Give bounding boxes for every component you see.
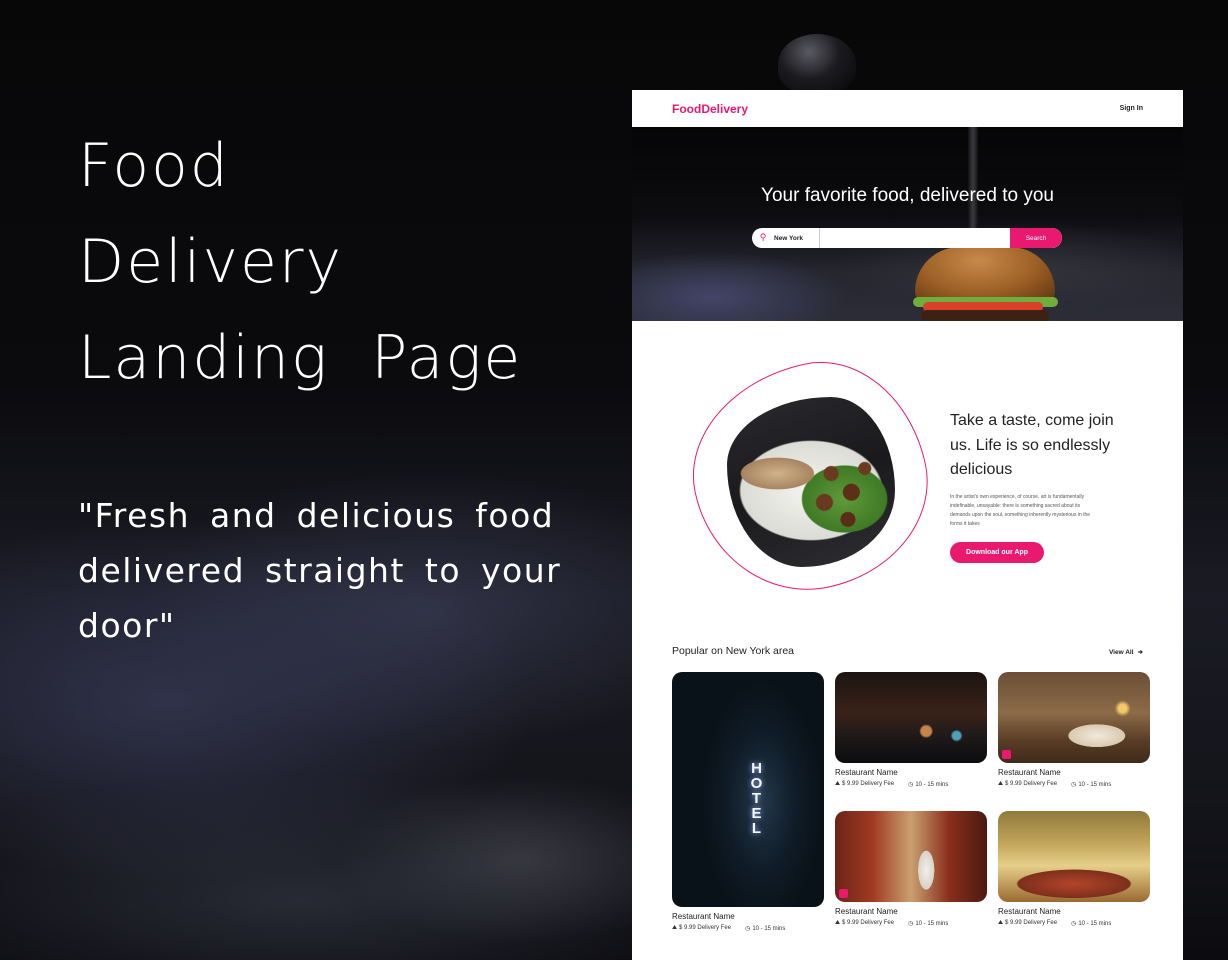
signin-link[interactable]: Sign In — [1120, 105, 1143, 112]
location-input[interactable] — [774, 228, 820, 248]
arrow-right-icon: ➜ — [1137, 649, 1143, 656]
bike-icon: ⛰ — [672, 925, 678, 931]
spoon-decoration — [778, 34, 856, 94]
location-pin-icon: ⚲ — [759, 233, 767, 243]
delivery-time: 10 - 15 mins — [1078, 782, 1112, 788]
navbar: FoodDelivery Sign In — [632, 90, 1183, 127]
restaurant-card[interactable]: Restaurant Name ⛰ $ 9.99 Delivery Fee ◷ 10… — [998, 811, 1150, 927]
clock-icon: ◷ — [908, 782, 914, 788]
bike-icon: ⛰ — [835, 781, 841, 787]
delivery-time: 10 - 15 mins — [915, 921, 949, 927]
showcase-title: Food Delivery Landing Page — [78, 118, 598, 406]
restaurant-name: Restaurant Name — [835, 768, 898, 777]
delivery-time: 10 - 15 mins — [752, 926, 786, 932]
about-section: Take a taste, come join us. Life is so e… — [632, 321, 1183, 621]
restaurant-name: Restaurant Name — [998, 768, 1061, 777]
search-button[interactable]: Search — [1010, 228, 1062, 248]
restaurant-meta: ⛰ $ 9.99 Delivery Fee ◷ 10 - 15 mins — [835, 781, 987, 788]
food-plate-image — [727, 397, 895, 567]
delivery-time: 10 - 15 mins — [915, 782, 949, 788]
restaurant-name: Restaurant Name — [835, 907, 898, 916]
restaurant-meta: ⛰ $ 9.99 Delivery Fee ◷ 10 - 15 mins — [998, 920, 1150, 927]
hero-headline: Your favorite food, delivered to you — [761, 185, 1054, 206]
bike-icon: ⛰ — [998, 920, 1004, 926]
delivery-time: 10 - 15 mins — [1078, 921, 1112, 927]
delivery-fee: $ 9.99 Delivery Fee — [679, 925, 732, 931]
badge-icon — [1002, 750, 1011, 759]
delivery-fee: $ 9.99 Delivery Fee — [1005, 781, 1058, 787]
restaurant-card[interactable]: Restaurant Name ⛰ $ 9.99 Delivery Fee ◷ 10… — [835, 672, 987, 788]
brand-logo[interactable]: FoodDelivery — [672, 102, 748, 116]
showcase-quote: "Fresh and delicious food delivered stra… — [78, 496, 562, 645]
restaurant-card[interactable]: Restaurant Name ⛰ $ 9.99 Delivery Fee ◷ 10… — [998, 672, 1150, 788]
restaurant-image: HOTEL — [672, 672, 824, 907]
delivery-fee: $ 9.99 Delivery Fee — [842, 920, 895, 926]
burger-image — [913, 247, 1058, 321]
clock-icon: ◷ — [908, 921, 914, 927]
restaurant-image — [998, 811, 1150, 902]
bike-icon: ⛰ — [835, 920, 841, 926]
hotel-sign: HOTEL — [748, 760, 765, 835]
restaurant-meta: ⛰ $ 9.99 Delivery Fee ◷ 10 - 15 mins — [998, 781, 1150, 788]
clock-icon: ◷ — [1071, 921, 1077, 927]
restaurant-meta: ⛰ $ 9.99 Delivery Fee ◷ 10 - 15 mins — [835, 920, 987, 927]
landing-page-mockup: FoodDelivery Sign In Your favorite food,… — [632, 90, 1183, 960]
popular-heading: Popular on New York area — [672, 645, 794, 657]
about-body: In the artist's own experience, of cours… — [950, 494, 1091, 527]
restaurant-card[interactable]: HOTEL Restaurant Name ⛰ $ 9.99 Delivery F… — [672, 672, 824, 932]
restaurant-name: Restaurant Name — [672, 912, 735, 921]
title-line: Food — [78, 131, 230, 201]
delivery-fee: $ 9.99 Delivery Fee — [842, 781, 895, 787]
restaurant-image — [998, 672, 1150, 763]
clock-icon: ◷ — [1071, 782, 1077, 788]
title-line: Landing Page — [78, 323, 523, 393]
popular-section: Popular on New York area View All ➜ HOTE… — [632, 621, 1183, 960]
knife-decoration — [968, 127, 978, 237]
bike-icon: ⛰ — [998, 781, 1004, 787]
hero-section: Your favorite food, delivered to you ⚲ S… — [632, 127, 1183, 321]
clock-icon: ◷ — [745, 926, 751, 932]
download-app-button[interactable]: Download our App — [950, 542, 1044, 563]
restaurant-name: Restaurant Name — [998, 907, 1061, 916]
restaurant-image — [835, 672, 987, 763]
view-all-label: View All — [1108, 648, 1134, 656]
restaurant-card[interactable]: Restaurant Name ⛰ $ 9.99 Delivery Fee ◷ 10… — [835, 811, 987, 927]
delivery-fee: $ 9.99 Delivery Fee — [1005, 920, 1058, 926]
location-search-bar: ⚲ Search — [752, 228, 1062, 248]
restaurant-image — [835, 811, 987, 902]
restaurant-meta: ⛰ $ 9.99 Delivery Fee ◷ 10 - 15 mins — [672, 925, 824, 932]
about-heading: Take a taste, come join us. Life is so e… — [950, 412, 1114, 478]
title-line: Delivery — [78, 227, 344, 297]
view-all-link[interactable]: View All ➜ — [1108, 648, 1143, 657]
badge-icon — [839, 889, 848, 898]
